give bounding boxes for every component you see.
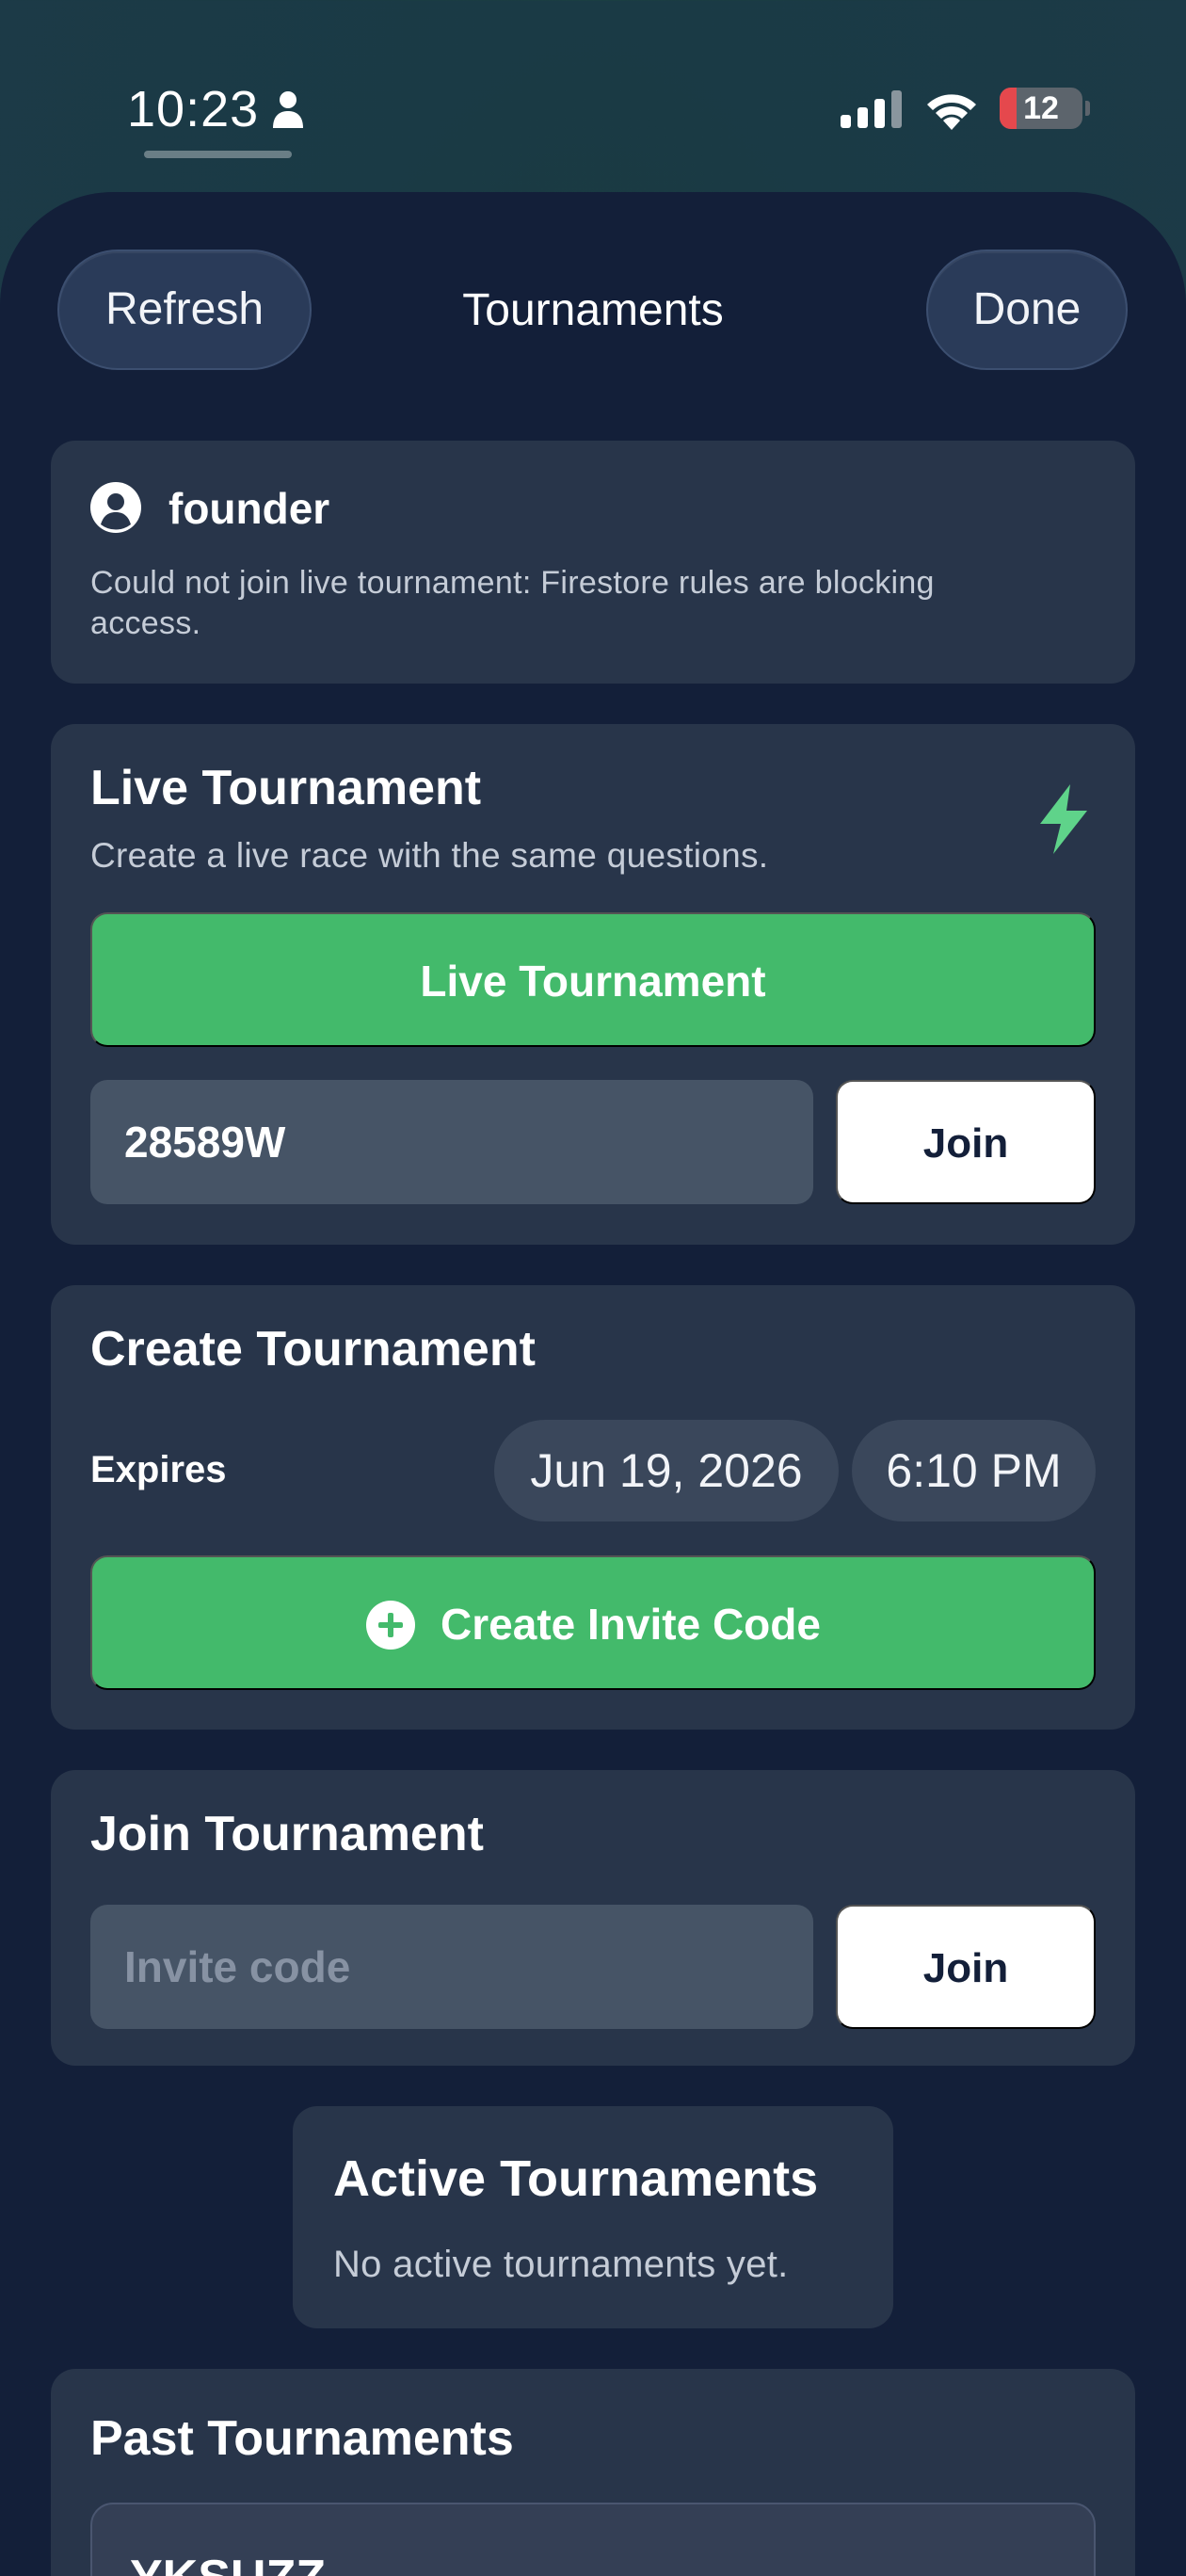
signal-icon — [841, 90, 902, 128]
battery-icon: 12 — [1000, 88, 1090, 129]
live-tournament-title: Live Tournament — [90, 761, 482, 815]
refresh-button[interactable]: Refresh — [57, 250, 312, 370]
create-invite-code-label: Create Invite Code — [441, 1600, 821, 1649]
active-tournaments-card: Active Tournaments No active tournaments… — [293, 2106, 893, 2328]
status-bar: 10:23 12 — [0, 0, 1186, 188]
live-tournament-subtitle: Create a live race with the same questio… — [90, 836, 769, 875]
create-tournament-title: Create Tournament — [90, 1322, 536, 1377]
home-indicator — [144, 151, 292, 158]
page-title: Tournaments — [462, 285, 724, 335]
person-icon — [273, 91, 303, 128]
wifi-icon — [927, 94, 976, 130]
active-tournaments-empty: No active tournaments yet. — [333, 2244, 789, 2285]
join-button[interactable]: Join — [836, 1905, 1096, 2029]
bolt-icon — [1040, 784, 1087, 854]
expiry-date-picker[interactable]: Jun 19, 2026 — [494, 1420, 839, 1521]
live-join-button[interactable]: Join — [836, 1080, 1096, 1204]
invite-code-input[interactable]: Invite code — [90, 1905, 813, 2029]
past-tournaments-title: Past Tournaments — [90, 2411, 514, 2466]
error-message: Could not join live tournament: Firestor… — [90, 565, 935, 641]
battery-level: 12 — [1023, 90, 1059, 126]
active-tournaments-title: Active Tournaments — [333, 2150, 819, 2207]
done-button[interactable]: Done — [926, 250, 1128, 370]
username: founder — [168, 484, 330, 533]
live-code-input[interactable]: 28589W — [90, 1080, 813, 1204]
join-tournament-card: Join Tournament Invite code Join — [51, 1770, 1135, 2066]
create-tournament-card: Create Tournament Expires Jun 19, 2026 6… — [51, 1285, 1135, 1730]
past-tournament-item[interactable]: YKSUZZ — [90, 2503, 1096, 2576]
user-status-card: founder Could not join live tournament: … — [51, 441, 1135, 684]
live-tournament-button[interactable]: Live Tournament — [90, 912, 1096, 1047]
join-tournament-title: Join Tournament — [90, 1807, 484, 1861]
create-invite-code-button[interactable]: Create Invite Code — [90, 1555, 1096, 1690]
status-time: 10:23 — [127, 81, 260, 137]
live-tournament-card: Live Tournament Create a live race with … — [51, 724, 1135, 1245]
plus-circle-icon — [366, 1600, 416, 1650]
expires-label: Expires — [90, 1449, 227, 1490]
expiry-time-picker[interactable]: 6:10 PM — [852, 1420, 1096, 1521]
past-tournaments-card: Past Tournaments YKSUZZ — [51, 2369, 1135, 2576]
user-circle-icon — [90, 482, 141, 533]
